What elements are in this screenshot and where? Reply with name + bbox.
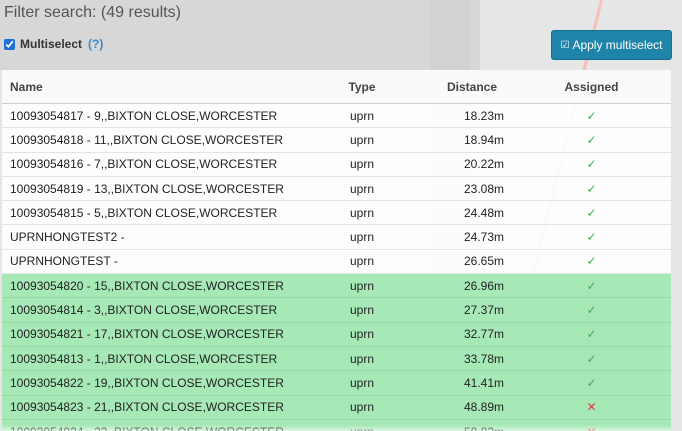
- row-type: uprn: [349, 375, 375, 390]
- row-distance: 26.96m: [463, 278, 504, 293]
- row-name: 10093054820 - 15,,BIXTON CLOSE,WORCESTER: [10, 278, 284, 293]
- check-icon: ✓: [586, 375, 597, 390]
- table-row[interactable]: 10093054821 - 17,,BIXTON CLOSE,WORCESTER…: [2, 322, 671, 347]
- row-type: uprn: [349, 254, 375, 269]
- row-distance: 27.37m: [463, 303, 504, 318]
- row-type: uprn: [349, 327, 375, 342]
- table-row[interactable]: 10093054818 - 11,,BIXTON CLOSE,WORCESTER…: [2, 128, 671, 153]
- table-row[interactable]: 10093054813 - 1,,BIXTON CLOSE,WORCESTER u…: [2, 346, 671, 372]
- table-row[interactable]: 10093054817 - 9,,BIXTON CLOSE,WORCESTER u…: [2, 104, 671, 129]
- table-row[interactable]: UPRNHONGTEST - uprn 26.65m ✓: [2, 250, 671, 275]
- row-name: 10093054819 - 13,,BIXTON CLOSE,WORCESTER: [10, 181, 284, 196]
- row-assigned: ✓: [512, 254, 671, 268]
- multiselect-checkbox[interactable]: [4, 38, 15, 50]
- results-title: Filter search: (49 results): [4, 4, 181, 21]
- row-type: uprn: [349, 400, 375, 415]
- row-assigned: ✓: [512, 182, 671, 196]
- row-distance: 24.48m: [463, 205, 504, 220]
- filter-panel: Filter search: (49 results) Multiselect …: [0, 0, 682, 431]
- row-name: 10093054821 - 17,,BIXTON CLOSE,WORCESTER: [10, 327, 284, 342]
- row-type: uprn: [349, 351, 375, 366]
- row-distance: 48.89m: [463, 400, 504, 415]
- row-distance: 41.41m: [463, 375, 504, 390]
- check-icon: ✓: [586, 351, 597, 366]
- row-distance: 20.22m: [463, 157, 504, 172]
- row-name: 10093054817 - 9,,BIXTON CLOSE,WORCESTER: [10, 108, 278, 123]
- multiselect-label: Multiselect: [20, 37, 83, 51]
- row-assigned: ✓: [512, 157, 671, 171]
- table-row[interactable]: UPRNHONGTEST2 - uprn 24.73m ✓: [2, 225, 671, 250]
- row-type: uprn: [349, 132, 375, 147]
- row-assigned: ✓: [512, 279, 671, 293]
- row-name: 10093054815 - 5,,BIXTON CLOSE,WORCESTER: [10, 205, 278, 220]
- table-header: Name Type Distance Assigned: [2, 70, 671, 104]
- row-assigned: ✓: [512, 327, 671, 341]
- row-distance: 24.73m: [463, 230, 504, 245]
- help-link[interactable]: (?): [88, 37, 103, 51]
- row-name: 10093054822 - 19,,BIXTON CLOSE,WORCESTER: [10, 375, 284, 390]
- column-header-name[interactable]: Name: [2, 80, 322, 94]
- row-type: uprn: [349, 303, 375, 318]
- row-assigned: ✓: [512, 352, 671, 366]
- row-distance: 33.78m: [463, 351, 504, 366]
- row-type: uprn: [349, 205, 375, 220]
- row-assigned: ✓: [512, 109, 671, 123]
- check-icon: ✓: [586, 254, 597, 269]
- column-header-assigned[interactable]: Assigned: [512, 80, 671, 94]
- check-icon: ✓: [586, 108, 597, 123]
- table-row[interactable]: 10093054815 - 5,,BIXTON CLOSE,WORCESTER u…: [2, 201, 671, 226]
- table-row[interactable]: 10093054814 - 3,,BIXTON CLOSE,WORCESTER u…: [2, 298, 671, 323]
- row-name: 10093054813 - 1,,BIXTON CLOSE,WORCESTER: [10, 351, 278, 366]
- table-row[interactable]: 10093054822 - 19,,BIXTON CLOSE,WORCESTER…: [2, 371, 671, 396]
- check-icon: ✓: [586, 181, 597, 196]
- table-row[interactable]: 10093054819 - 13,,BIXTON CLOSE,WORCESTER…: [2, 177, 671, 202]
- check-icon: ✓: [586, 205, 597, 220]
- check-icon: ✓: [586, 278, 597, 293]
- check-square-icon: ☑: [560, 39, 570, 51]
- row-distance: 26.65m: [463, 254, 504, 269]
- scroll-fade: [2, 425, 671, 431]
- check-icon: ✓: [586, 327, 597, 342]
- row-assigned: ✓: [512, 376, 671, 390]
- row-distance: 32.77m: [463, 327, 504, 342]
- check-icon: ✓: [586, 303, 597, 318]
- row-assigned: ✓: [512, 206, 671, 220]
- table-row[interactable]: 10093054823 - 21,,BIXTON CLOSE,WORCESTER…: [2, 395, 671, 420]
- row-type: uprn: [349, 157, 375, 172]
- row-type: uprn: [349, 181, 375, 196]
- check-icon: ✓: [586, 132, 597, 147]
- row-distance: 23.08m: [463, 181, 504, 196]
- check-icon: ✓: [586, 157, 597, 172]
- row-assigned: ✓: [512, 133, 671, 147]
- row-distance: 18.23m: [463, 108, 504, 123]
- row-assigned: ✕: [512, 400, 671, 414]
- multiselect-control[interactable]: Multiselect (?): [4, 37, 103, 51]
- row-name: 10093054823 - 21,,BIXTON CLOSE,WORCESTER: [10, 400, 284, 415]
- column-header-type[interactable]: Type: [322, 80, 402, 94]
- table-row[interactable]: 10093054816 - 7,,BIXTON CLOSE,WORCESTER u…: [2, 153, 671, 177]
- table-row[interactable]: 10093054820 - 15,,BIXTON CLOSE,WORCESTER…: [2, 274, 671, 299]
- table-body: 10093054817 - 9,,BIXTON CLOSE,WORCESTER u…: [2, 104, 671, 431]
- cross-icon: ✕: [586, 400, 597, 415]
- row-name: UPRNHONGTEST -: [10, 254, 118, 269]
- column-header-distance[interactable]: Distance: [402, 80, 512, 94]
- row-type: uprn: [349, 108, 375, 123]
- row-name: 10093054816 - 7,,BIXTON CLOSE,WORCESTER: [10, 157, 278, 172]
- row-assigned: ✓: [512, 303, 671, 317]
- row-distance: 18.94m: [463, 132, 504, 147]
- row-name: 10093054818 - 11,,BIXTON CLOSE,WORCESTER: [10, 132, 284, 147]
- row-type: uprn: [349, 278, 375, 293]
- apply-multiselect-label: Apply multiselect: [572, 38, 663, 52]
- check-icon: ✓: [586, 230, 597, 245]
- row-name: 10093054814 - 3,,BIXTON CLOSE,WORCESTER: [10, 303, 278, 318]
- apply-multiselect-button[interactable]: ☑ Apply multiselect: [551, 30, 672, 60]
- row-name: UPRNHONGTEST2 -: [10, 230, 125, 245]
- results-table: Name Type Distance Assigned 10093054817 …: [2, 70, 671, 431]
- row-type: uprn: [349, 230, 375, 245]
- row-assigned: ✓: [512, 230, 671, 244]
